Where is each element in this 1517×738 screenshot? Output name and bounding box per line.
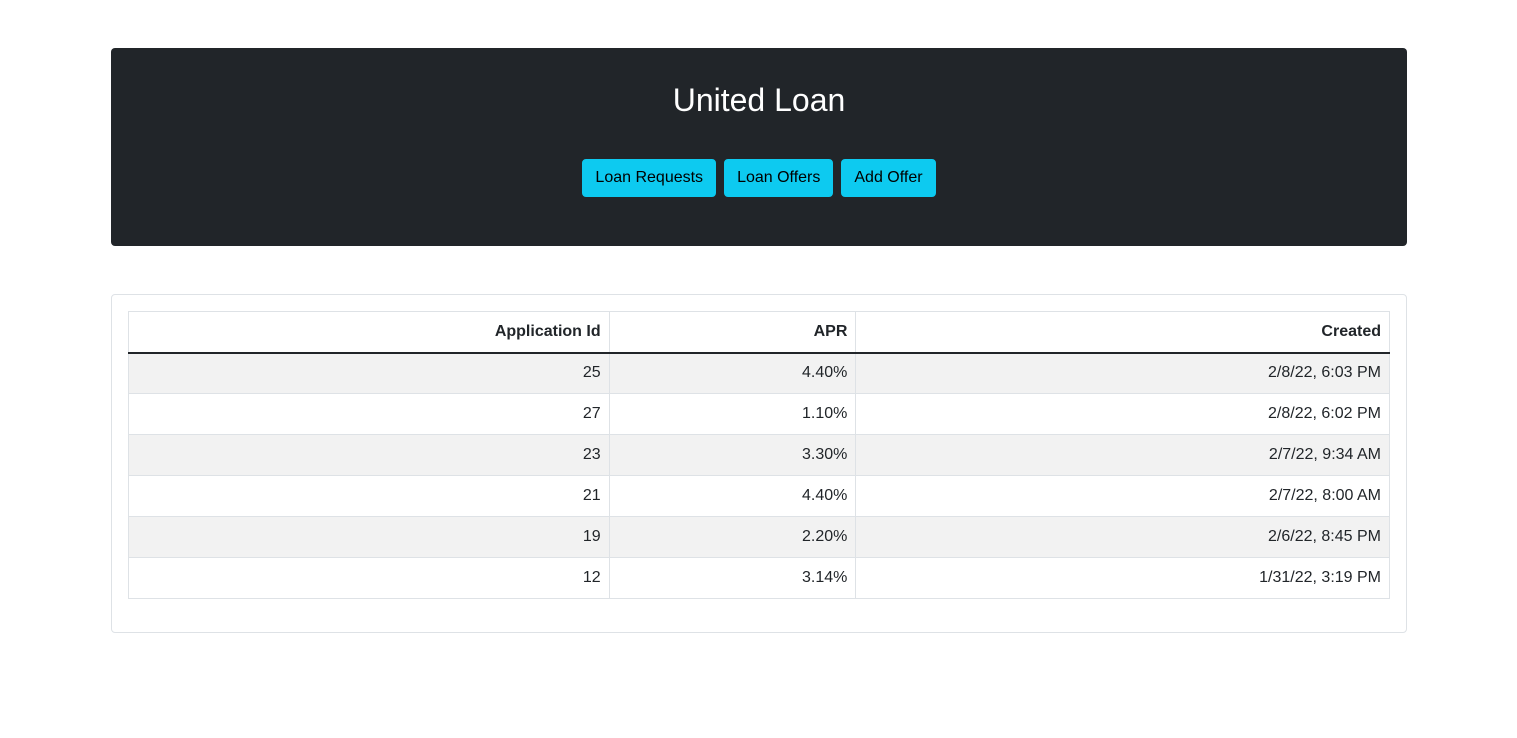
cell-created: 2/8/22, 6:02 PM bbox=[855, 393, 1390, 435]
cell-application-id: 27 bbox=[128, 393, 610, 435]
cell-created: 2/6/22, 8:45 PM bbox=[855, 516, 1390, 558]
page-title: United Loan bbox=[672, 82, 846, 118]
table-header-row: Application Id APR Created bbox=[128, 311, 1390, 354]
column-header-created: Created bbox=[855, 311, 1390, 354]
cell-application-id: 25 bbox=[128, 352, 610, 394]
column-header-apr: APR bbox=[608, 311, 857, 354]
add-offer-button[interactable]: Add Offer bbox=[841, 159, 936, 197]
cell-application-id: 21 bbox=[128, 475, 610, 517]
offers-table: Application Id APR Created 25 4.40% 2/8/… bbox=[128, 311, 1390, 599]
cell-apr: 4.40% bbox=[608, 475, 857, 517]
loan-offers-button[interactable]: Loan Offers bbox=[724, 159, 834, 197]
cell-apr: 3.30% bbox=[608, 434, 857, 476]
column-header-application-id: Application Id bbox=[128, 311, 610, 354]
table-row: 21 4.40% 2/7/22, 8:00 AM bbox=[128, 475, 1390, 517]
cell-apr: 1.10% bbox=[608, 393, 857, 435]
cell-application-id: 19 bbox=[128, 516, 610, 558]
table-row: 23 3.30% 2/7/22, 9:34 AM bbox=[128, 434, 1390, 476]
table-row: 12 3.14% 1/31/22, 3:19 PM bbox=[128, 557, 1390, 599]
nav-buttons: Loan Requests Loan Offers Add Offer bbox=[111, 159, 1407, 197]
table-row: 27 1.10% 2/8/22, 6:02 PM bbox=[128, 393, 1390, 435]
cell-created: 1/31/22, 3:19 PM bbox=[855, 557, 1390, 599]
cell-application-id: 23 bbox=[128, 434, 610, 476]
cell-apr: 2.20% bbox=[608, 516, 857, 558]
cell-created: 2/8/22, 6:03 PM bbox=[855, 352, 1390, 394]
cell-created: 2/7/22, 8:00 AM bbox=[855, 475, 1390, 517]
cell-apr: 4.40% bbox=[608, 352, 857, 394]
table-row: 19 2.20% 2/6/22, 8:45 PM bbox=[128, 516, 1390, 558]
cell-application-id: 12 bbox=[128, 557, 610, 599]
offers-card: Application Id APR Created 25 4.40% 2/8/… bbox=[111, 294, 1407, 633]
cell-apr: 3.14% bbox=[608, 557, 857, 599]
header-banner: United Loan Loan Requests Loan Offers Ad… bbox=[111, 48, 1407, 246]
cell-created: 2/7/22, 9:34 AM bbox=[855, 434, 1390, 476]
loan-requests-button[interactable]: Loan Requests bbox=[582, 159, 717, 197]
table-row: 25 4.40% 2/8/22, 6:03 PM bbox=[128, 352, 1390, 394]
